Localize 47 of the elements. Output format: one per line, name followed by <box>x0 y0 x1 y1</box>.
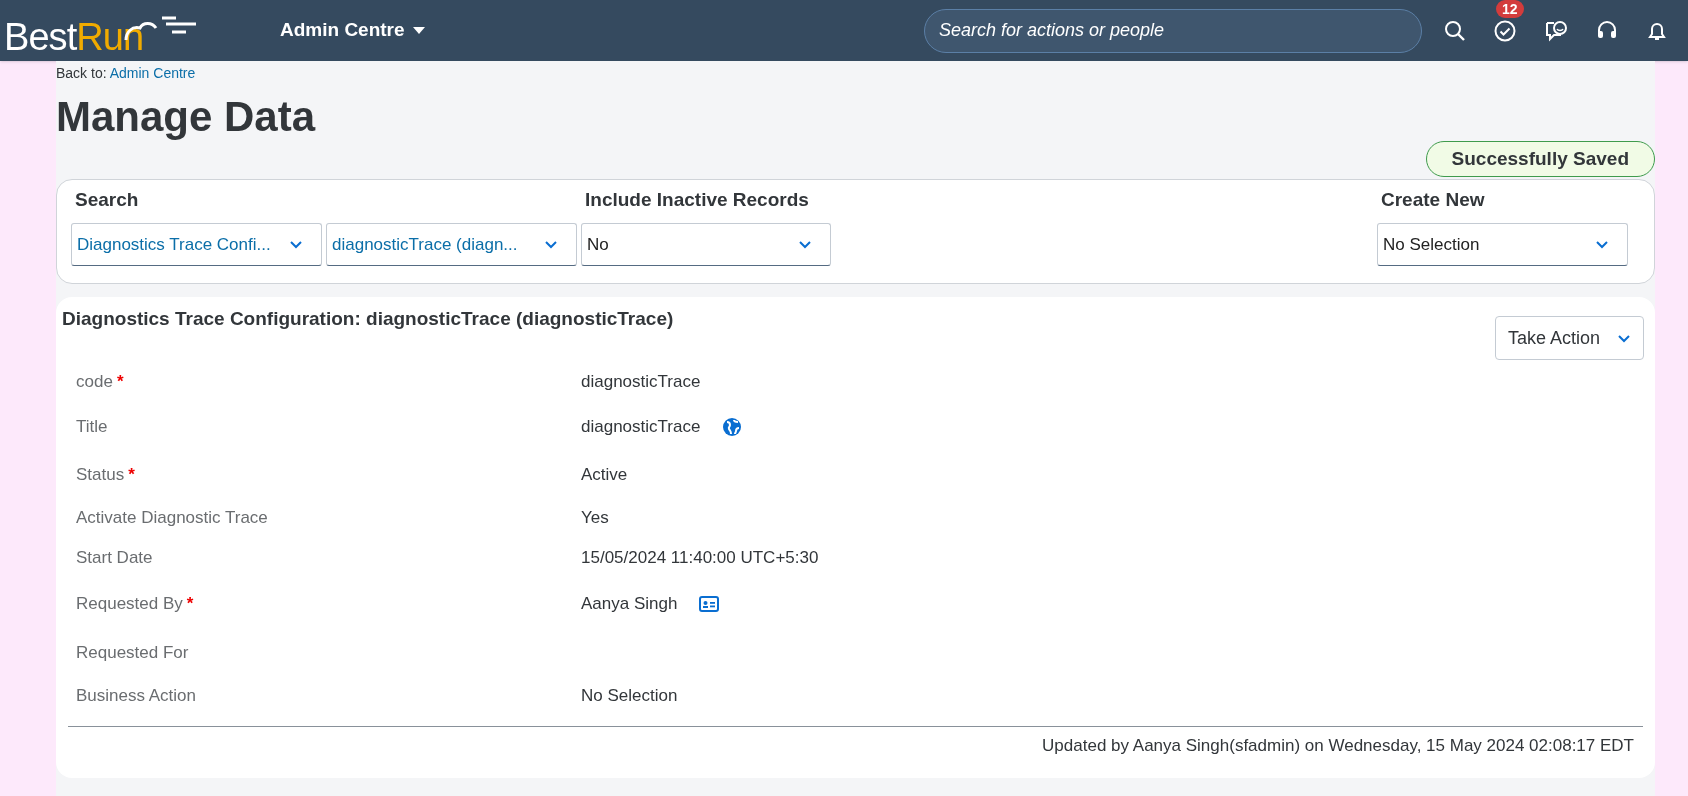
field-label: Business Action <box>76 685 197 708</box>
success-message: Successfully Saved <box>1425 141 1655 177</box>
search-field[interactable]: Search for actions or people <box>924 8 1422 53</box>
field-value: Active <box>581 464 628 487</box>
take-action-dropdown[interactable]: Take Action <box>1495 316 1644 360</box>
field-value: diagnosticTrace <box>581 371 701 394</box>
notification-badge: 12 <box>1496 0 1524 18</box>
field-value: Aanya Singh <box>581 593 678 616</box>
field-label: Requested For <box>76 642 190 665</box>
logo[interactable]: BestRun <box>4 5 202 56</box>
admin-centre-link[interactable]: Admin Centre <box>109 65 196 81</box>
page-title: Manage Data <box>56 96 317 138</box>
dropdown-select[interactable]: diagnosticTrace (diagn... <box>326 223 577 266</box>
required-asterisk: * <box>128 465 135 485</box>
globe-icon[interactable] <box>722 417 743 437</box>
field-value: Yes <box>581 507 609 530</box>
field-label: Requested By * <box>76 593 195 616</box>
field-value: diagnosticTrace <box>581 416 701 439</box>
field-label: Activate Diagnostic Trace <box>76 507 269 530</box>
checkmark-circle-icon[interactable] <box>1494 19 1516 42</box>
chevron-down-icon <box>1595 240 1609 249</box>
chevron-down-icon <box>1617 333 1631 343</box>
field-label: Title <box>76 416 109 439</box>
field-label: Start Date <box>76 547 154 570</box>
chevron-down-icon <box>798 240 812 249</box>
search-label: Search <box>75 188 140 212</box>
chevron-down-icon <box>544 240 558 249</box>
chat-smiley-icon[interactable] <box>1544 19 1568 42</box>
include-inactive-label: Include Inactive Records <box>585 188 810 212</box>
breadcrumb: Back to: Admin Centre <box>56 64 197 83</box>
required-asterisk: * <box>116 372 124 392</box>
chevron-down-icon <box>289 240 303 249</box>
field-label: code * <box>76 371 125 394</box>
update-info: Updated by Aanya Singh(sfadmin) on Wednesday, 15 May 2024 02:08:17 EDT <box>1042 735 1634 757</box>
record-heading: Diagnostics Trace Configuration: diagnosticTrace (diagnosticTrace) <box>62 307 674 331</box>
dropdown-select[interactable]: Diagnostics Trace Confi... <box>71 223 322 266</box>
create-new-label: Create New <box>1381 188 1486 212</box>
admin-centre-menu[interactable]: Admin Centre <box>280 16 425 45</box>
dropdown-select[interactable]: No Selection <box>1377 223 1628 266</box>
dropdown-select[interactable]: No <box>581 223 831 266</box>
field-label: Status * <box>76 464 136 487</box>
field-value: No Selection <box>581 685 678 708</box>
contact-card-icon[interactable] <box>699 596 720 612</box>
field-value: 15/05/2024 11:40:00 UTC+5:30 <box>581 547 819 570</box>
search-icon[interactable] <box>1444 19 1466 42</box>
caret-down-icon <box>412 26 425 35</box>
required-asterisk: * <box>186 594 194 614</box>
